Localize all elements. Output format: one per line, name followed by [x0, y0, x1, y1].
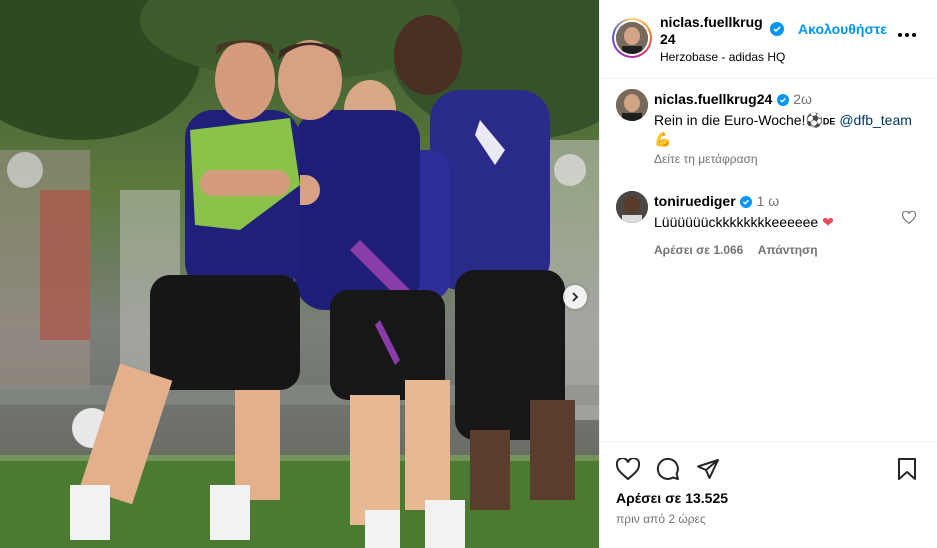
post-timestamp[interactable]: πριν από 2 ώρες — [616, 512, 706, 526]
avatar-image — [616, 22, 648, 54]
next-arrow-icon — [572, 292, 579, 302]
post-details-panel: niclas.fuellkrug24 Ακολουθήστε Herzobase… — [599, 0, 937, 548]
location-link[interactable]: Herzobase - adidas HQ — [660, 50, 785, 64]
post-header: niclas.fuellkrug24 Ακολουθήστε Herzobase… — [600, 0, 937, 79]
comment-username[interactable]: toniruediger — [654, 193, 736, 209]
comment-time[interactable]: 1 ω — [757, 193, 780, 209]
comment-icon[interactable] — [656, 457, 680, 486]
comment-like-heart-icon[interactable] — [901, 210, 917, 229]
caption-time[interactable]: 2ω — [793, 91, 812, 107]
reply-button[interactable]: Απάντηση — [758, 243, 818, 257]
header-username[interactable]: niclas.fuellkrug24 — [660, 14, 768, 48]
avatar — [616, 22, 648, 54]
see-translation-link[interactable]: Δείτε τη μετάφραση — [654, 152, 924, 166]
post-actions: Αρέσει σε 13.525 πριν από 2 ώρες — [600, 441, 937, 548]
flexed-biceps-emoji: 💪 — [654, 131, 672, 148]
mention-link[interactable]: @dfb_team — [839, 112, 912, 128]
more-options-icon[interactable] — [897, 25, 917, 43]
avatar-image — [616, 191, 648, 223]
caption-avatar[interactable] — [616, 89, 648, 121]
soccer-ball-emoji: ⚽ — [805, 112, 823, 128]
follow-button[interactable]: Ακολουθήστε — [798, 21, 887, 37]
post-photo[interactable] — [0, 0, 599, 548]
germany-flag-emoji: DE — [822, 116, 836, 127]
next-photo-button[interactable] — [563, 285, 587, 309]
red-heart-emoji: ❤ — [822, 214, 834, 230]
share-icon[interactable] — [696, 457, 720, 486]
avatar-image — [616, 89, 648, 121]
likes-count[interactable]: Αρέσει σε 13.525 — [616, 490, 728, 506]
verified-badge-icon — [770, 22, 784, 41]
training-photo — [0, 0, 599, 548]
caption-text: Rein in die Euro-Woche!⚽DE @dfb_team 💪 — [654, 112, 912, 148]
story-ring[interactable] — [612, 18, 652, 58]
comment-avatar[interactable] — [616, 191, 648, 223]
heart-icon[interactable] — [615, 457, 641, 485]
comment-text: Lüüüüüückkkkkkkkeeeeee ❤ — [654, 214, 834, 230]
bookmark-icon[interactable] — [896, 457, 918, 486]
comment-likes[interactable]: Αρέσει σε 1.066 — [654, 243, 743, 257]
verified-badge-icon — [776, 93, 789, 106]
verified-badge-icon — [740, 195, 753, 208]
instagram-post: niclas.fuellkrug24 Ακολουθήστε Herzobase… — [0, 0, 937, 548]
caption-username[interactable]: niclas.fuellkrug24 — [654, 91, 772, 107]
